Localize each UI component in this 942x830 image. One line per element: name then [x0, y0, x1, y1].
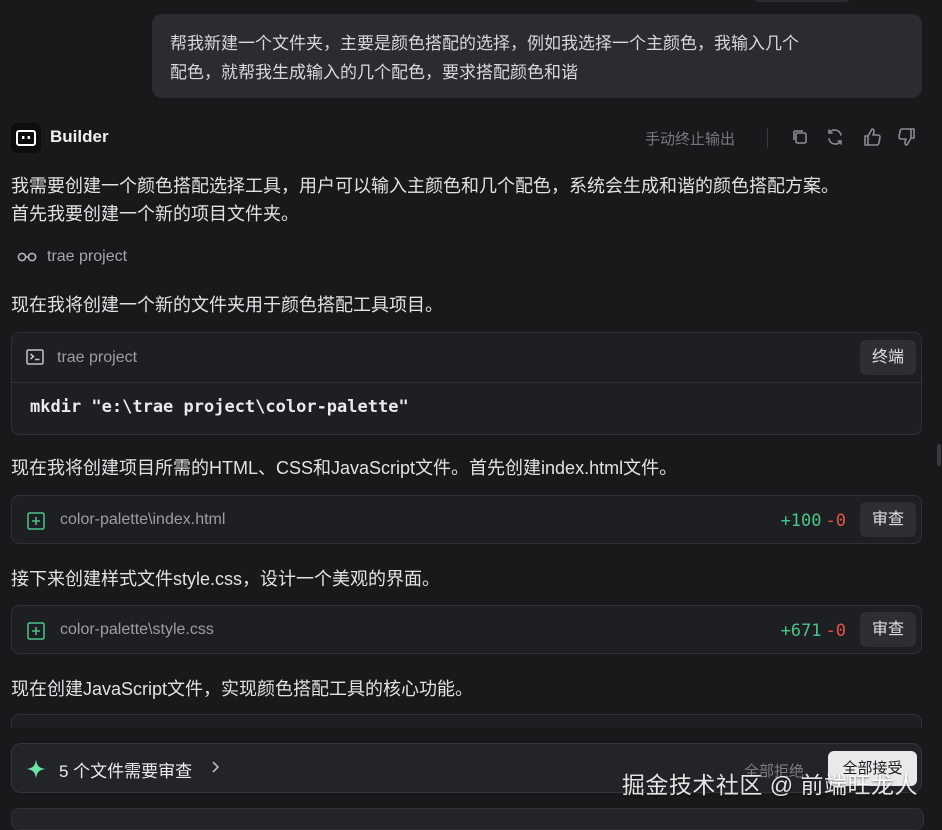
file-path[interactable]: color-palette\index.html	[60, 511, 225, 529]
assistant-name: Builder	[50, 127, 109, 146]
sparkle-icon	[26, 759, 46, 779]
assistant-create-css-text: 接下来创建样式文件style.css，设计一个美观的界面。	[11, 569, 441, 589]
diff-stats: +100 -0	[781, 511, 846, 531]
assistant-intro-line-1: 我需要创建一个颜色搭配选择工具，用户可以输入主颜色和几个配色，系统会生成和谐的颜…	[11, 176, 839, 196]
assistant-intro-line-2: 首先我要创建一个新的项目文件夹。	[11, 204, 299, 224]
assistant-create-js-text: 现在创建JavaScript文件，实现颜色搭配工具的核心功能。	[11, 679, 474, 699]
file-change-card: color-palette\index.html +100 -0 审查	[11, 495, 922, 544]
assistant-create-folder-text: 现在我将创建一个新的文件夹用于颜色搭配工具项目。	[11, 295, 443, 315]
lines-removed: -0	[825, 511, 846, 531]
review-button[interactable]: 审查	[859, 502, 916, 537]
thumbs-down-icon[interactable]	[896, 126, 918, 148]
file-change-card-partial	[11, 714, 922, 728]
stop-output-button[interactable]: 手动终止输出	[645, 128, 735, 149]
assistant-header: Builder 手动终止输出	[11, 121, 922, 153]
file-change-card: color-palette\style.css +671 -0 审查	[11, 605, 922, 654]
watermark: 掘金技术社区 @ 前端旺龙人	[621, 772, 918, 798]
builder-logo-icon	[11, 123, 41, 153]
lines-added: +671	[780, 621, 822, 641]
file-added-icon	[27, 622, 45, 640]
thumbs-up-icon[interactable]	[861, 126, 883, 148]
assistant-create-html-text: 现在我将创建项目所需的HTML、CSS和JavaScript文件。首先创建ind…	[11, 458, 678, 478]
file-added-icon	[27, 512, 45, 530]
chevron-right-icon[interactable]	[210, 760, 220, 774]
lines-removed: -0	[825, 621, 846, 641]
diff-stats: +671 -0	[781, 621, 846, 641]
header-divider	[767, 128, 768, 148]
terminal-command: mkdir "e:\trae project\color-palette"	[30, 397, 409, 417]
terminal-title: trae project	[57, 349, 138, 366]
copy-icon[interactable]	[789, 126, 811, 148]
open-terminal-button[interactable]: 终端	[859, 340, 916, 375]
previous-message-fragment	[754, 0, 850, 2]
terminal-card: trae project 终端 mkdir "e:\trae project\c…	[11, 332, 922, 435]
user-message-line-2: 配色，就帮我生成输入的几个配色，要求搭配颜色和谐	[170, 63, 578, 82]
scrollbar-thumb[interactable]	[937, 444, 941, 466]
user-message-line-1: 帮我新建一个文件夹，主要是颜色搭配的选择，例如我选择一个主颜色，我输入几个	[170, 34, 799, 53]
chat-input-edge[interactable]	[11, 808, 924, 830]
context-reference-label: trae project	[47, 248, 128, 265]
glasses-icon	[17, 252, 37, 262]
terminal-header: trae project 终端	[12, 333, 921, 383]
lines-added: +100	[780, 511, 822, 531]
review-button[interactable]: 审查	[859, 612, 916, 647]
refresh-icon[interactable]	[824, 126, 846, 148]
pending-review-title[interactable]: 5 个文件需要审查	[59, 757, 192, 782]
user-message-bubble: 帮我新建一个文件夹，主要是颜色搭配的选择，例如我选择一个主颜色，我输入几个 配色…	[152, 14, 922, 98]
file-path[interactable]: color-palette\style.css	[60, 621, 214, 639]
terminal-icon	[26, 349, 44, 365]
